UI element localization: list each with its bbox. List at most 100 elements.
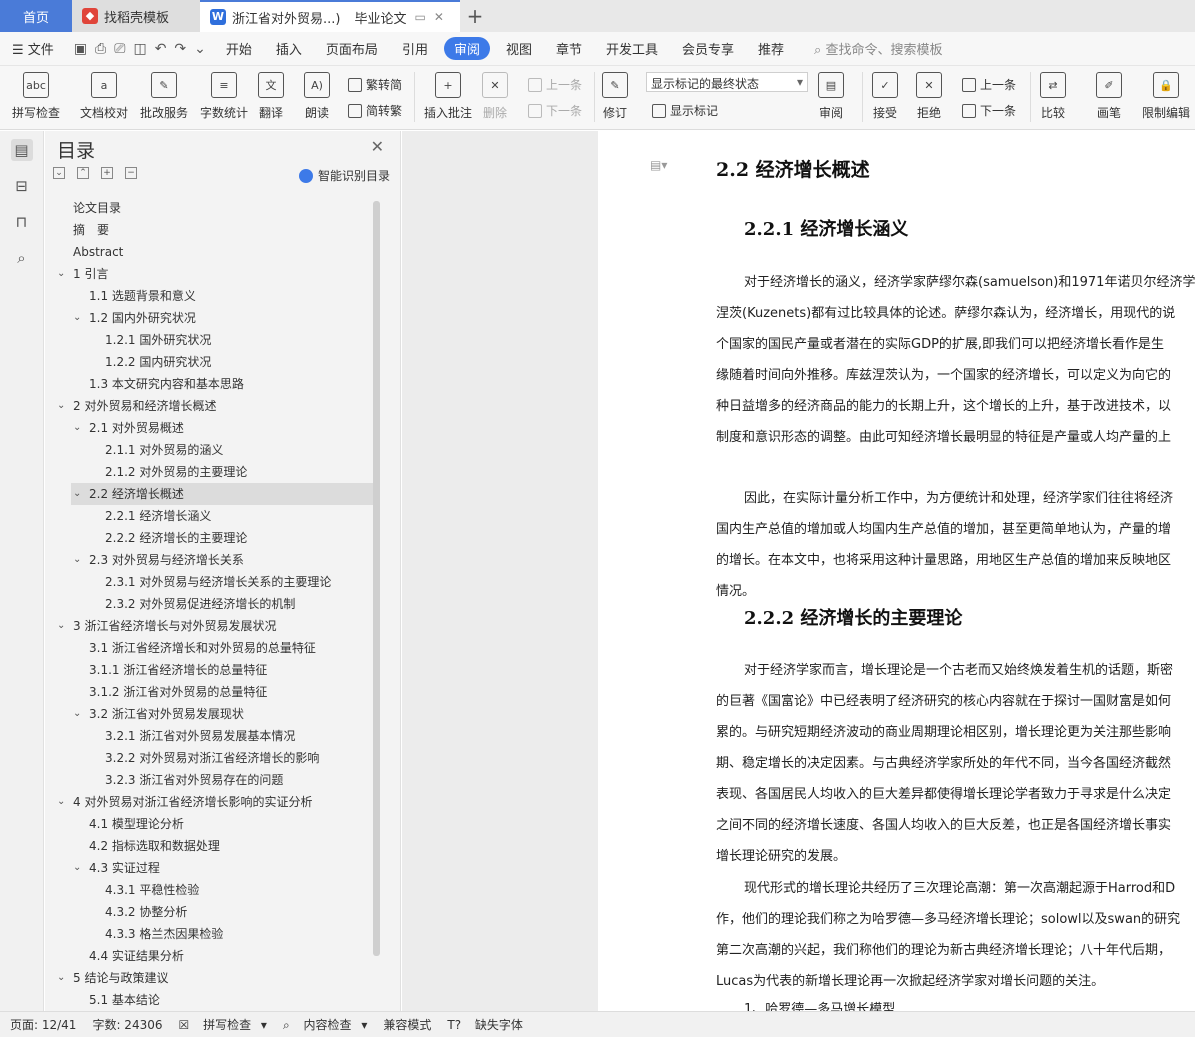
tab-template[interactable]: ◆ 找稻壳模板 [72, 0, 200, 32]
track-changes-button[interactable]: ✎ 修订 [602, 72, 628, 121]
toc-item[interactable]: 3.1.2 浙江省对外贸易的总量特征 [45, 681, 375, 703]
review-button[interactable]: ▤ 审阅 [818, 72, 844, 121]
next-comment-button[interactable]: 下一条 [528, 102, 582, 119]
menu-start[interactable]: 开始 [226, 39, 252, 58]
toc-item[interactable]: 3.2.3 浙江省对外贸易存在的问题 [45, 769, 375, 791]
simp-to-trad-button[interactable]: 简转繁 [348, 102, 402, 119]
preview-icon[interactable]: ◫ [133, 41, 146, 57]
save-icon[interactable]: ▣ [74, 41, 87, 57]
toc-item[interactable]: 论文目录 [45, 197, 375, 219]
toc-scrollbar[interactable] [373, 201, 380, 956]
toc-item[interactable]: ⌄ 1 引言 [45, 263, 375, 285]
chevron-down-icon[interactable]: ⌄ [57, 395, 65, 417]
close-icon[interactable]: ✕ [434, 10, 444, 24]
toc-item[interactable]: ⌄ 1.2 国内外研究状况 [45, 307, 375, 329]
show-markup-button[interactable]: 显示标记 [652, 102, 718, 119]
toc-item[interactable]: Abstract [45, 241, 375, 263]
menu-layout[interactable]: 页面布局 [326, 39, 378, 58]
collapse-all-icon[interactable]: ⌄ [53, 167, 65, 179]
next-change-button[interactable]: 下一条 [962, 102, 1016, 119]
paragraph-menu-icon[interactable]: ▤▾ [650, 158, 667, 172]
toc-item[interactable]: 2.1.1 对外贸易的涵义 [45, 439, 375, 461]
prev-change-button[interactable]: 上一条 [962, 76, 1016, 93]
read-aloud-button[interactable]: A) 朗读 [304, 72, 330, 121]
toc-item[interactable]: 1.2.2 国内研究状况 [45, 351, 375, 373]
toc-item[interactable]: ⌄ 3 浙江省经济增长与对外贸易发展状况 [45, 615, 375, 637]
tab-document[interactable]: W 浙江省对外贸易...) 毕业论文 ▭ ✕ [200, 0, 460, 32]
chevron-down-icon[interactable]: ⌄ [57, 967, 65, 989]
toc-item[interactable]: 1.2.1 国外研究状况 [45, 329, 375, 351]
close-icon[interactable]: ✕ [371, 137, 384, 156]
menu-member[interactable]: 会员专享 [682, 39, 734, 58]
command-search[interactable]: ⌕ 查找命令、搜索模板 [814, 39, 942, 58]
new-tab-button[interactable]: + [460, 0, 490, 32]
toc-item[interactable]: 3.2.1 浙江省对外贸易发展基本情况 [45, 725, 375, 747]
toc-item[interactable]: 2.1.2 对外贸易的主要理论 [45, 461, 375, 483]
restrict-editing-button[interactable]: 🔒 限制编辑 [1142, 72, 1190, 121]
chevron-down-icon[interactable]: ⌄ [73, 483, 81, 505]
export-icon[interactable]: ⎙ [95, 41, 106, 57]
toc-panel-icon[interactable]: ▤ [10, 139, 33, 161]
toc-item[interactable]: 4.4 实证结果分析 [45, 945, 375, 967]
insert-comment-button[interactable]: + 插入批注 [424, 72, 472, 121]
toc-item[interactable]: 2.2.2 经济增长的主要理论 [45, 527, 375, 549]
chevron-down-icon[interactable]: ⌄ [57, 791, 65, 813]
redo-icon[interactable]: ↷ [174, 41, 186, 57]
toc-item[interactable]: 3.1.1 浙江省经济增长的总量特征 [45, 659, 375, 681]
menu-recommend[interactable]: 推荐 [758, 39, 784, 58]
toc-item[interactable]: 4.1 模型理论分析 [45, 813, 375, 835]
chevron-down-icon[interactable]: ⌄ [73, 857, 81, 879]
menu-insert[interactable]: 插入 [276, 39, 302, 58]
correction-service-button[interactable]: ✎ 批改服务 [140, 72, 188, 121]
page-indicator[interactable]: 页面: 12/41 [10, 1016, 76, 1033]
chevron-down-icon[interactable]: ⌄ [57, 615, 65, 637]
toc-item[interactable]: 2.2.1 经济增长涵义 [45, 505, 375, 527]
chevron-down-icon[interactable]: ⌄ [73, 417, 81, 439]
accept-button[interactable]: ✓ 接受 [872, 72, 898, 121]
chevron-down-icon[interactable]: ⌄ [73, 549, 81, 571]
chevron-down-icon[interactable]: ⌄ [57, 263, 65, 285]
remove-heading-icon[interactable]: − [125, 167, 137, 179]
content-check-status[interactable]: ⌕ 内容检查 ▾ [283, 1016, 367, 1033]
search-icon[interactable]: ⌕ [11, 247, 33, 269]
proofread-button[interactable]: a 文档校对 [80, 72, 128, 121]
word-count-button[interactable]: ≡ 字数统计 [200, 72, 248, 121]
menu-review[interactable]: 审阅 [443, 37, 490, 60]
toc-item[interactable]: 5.1 基本结论 [45, 989, 375, 1011]
print-icon[interactable]: ⎚ [114, 41, 125, 57]
toc-item[interactable]: 1.3 本文研究内容和基本思路 [45, 373, 375, 395]
toc-item[interactable]: 3.2.2 对外贸易对浙江省经济增长的影响 [45, 747, 375, 769]
spell-check-button[interactable]: abc 拼写检查 [12, 72, 60, 121]
toc-item[interactable]: 4.3.3 格兰杰因果检验 [45, 923, 375, 945]
pen-button[interactable]: ✐ 画笔 [1096, 72, 1122, 121]
toc-item[interactable]: ⌄ 2.3 对外贸易与经济增长关系 [45, 549, 375, 571]
toc-item[interactable]: ⌄ 2 对外贸易和经济增长概述 [45, 395, 375, 417]
smart-toc-button[interactable]: 智能识别目录 [298, 167, 390, 184]
menu-chapter[interactable]: 章节 [556, 39, 582, 58]
tab-home[interactable]: 首页 [0, 0, 72, 32]
toc-item[interactable]: 2.3.2 对外贸易促进经济增长的机制 [45, 593, 375, 615]
menu-view[interactable]: 视图 [506, 39, 532, 58]
toc-item[interactable]: ⌄ 2.1 对外贸易概述 [45, 417, 375, 439]
chevron-down-icon[interactable]: ⌄ [194, 41, 206, 57]
monitor-icon[interactable]: ▭ [415, 10, 426, 24]
translate-button[interactable]: 文翻译 [258, 72, 284, 121]
toc-item[interactable]: 4.3.1 平稳性检验 [45, 879, 375, 901]
spell-check-status[interactable]: ☒ 拼写检查 ▾ [179, 1016, 267, 1033]
toc-item[interactable]: ⌄ 4.3 实证过程 [45, 857, 375, 879]
toc-item[interactable]: 摘 要 [45, 219, 375, 241]
toc-item[interactable]: 3.1 浙江省经济增长和对外贸易的总量特征 [45, 637, 375, 659]
navigation-icon[interactable]: ⊟ [11, 175, 33, 197]
chevron-down-icon[interactable]: ⌄ [73, 307, 81, 329]
trad-to-simp-button[interactable]: 繁转简 [348, 76, 402, 93]
toc-item[interactable]: 4.3.2 协整分析 [45, 901, 375, 923]
document-page[interactable]: ▤▾ 2.2 经济增长概述 2.2.1 经济增长涵义 对于经济增长的涵义，经济学… [598, 131, 1195, 1011]
toc-item[interactable]: ⌄ 5 结论与政策建议 [45, 967, 375, 989]
compare-button[interactable]: ⇄ 比较 [1040, 72, 1066, 121]
toc-item[interactable]: ⌄ 3.2 浙江省对外贸易发展现状 [45, 703, 375, 725]
menu-reference[interactable]: 引用 [402, 39, 428, 58]
toc-item[interactable]: 1.1 选题背景和意义 [45, 285, 375, 307]
expand-up-icon[interactable]: ⌃ [77, 167, 89, 179]
toc-item[interactable]: ⌄ 4 对外贸易对浙江省经济增长影响的实证分析 [45, 791, 375, 813]
prev-comment-button[interactable]: 上一条 [528, 76, 582, 93]
